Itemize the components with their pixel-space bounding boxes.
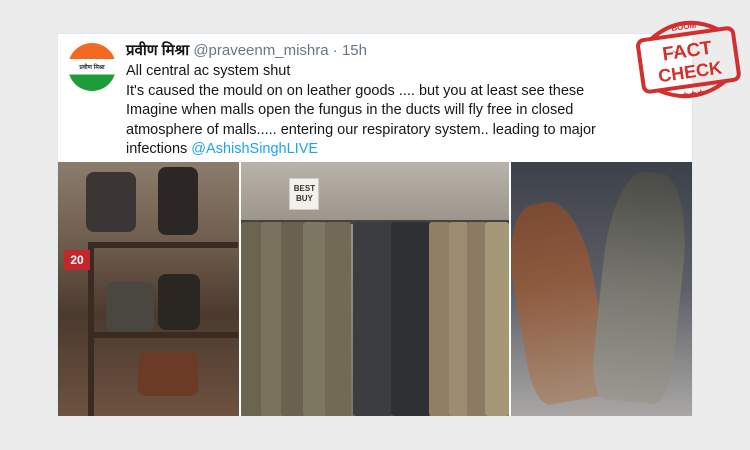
pant xyxy=(353,222,394,416)
bag xyxy=(158,167,198,235)
avatar-label: प्रवीण मिश्रा xyxy=(79,65,105,71)
pant xyxy=(449,222,470,416)
pant xyxy=(485,222,509,416)
pant xyxy=(261,222,284,416)
sign-line-1: BEST xyxy=(293,184,316,193)
photo-mouldy-shoes[interactable] xyxy=(510,162,692,416)
bag xyxy=(158,274,200,330)
pant xyxy=(325,222,352,416)
bag xyxy=(86,172,136,232)
pant xyxy=(303,222,328,416)
separator-dot: · xyxy=(332,42,338,59)
tweet-card: प्रवीण मिश्रा प्रवीण मिश्रा @praveenm_mi… xyxy=(57,33,693,416)
tweet-line-4: atmosphere of malls..... entering our re… xyxy=(126,121,596,138)
timestamp[interactable]: 15h xyxy=(342,42,367,59)
fact-check-stamp: BOOM FACT CHECK ★★★ xyxy=(631,7,746,107)
tweet-header: प्रवीण मिश्रा @praveenm_mishra · 15h xyxy=(126,41,682,61)
tweet-line-2: It's caused the mould on on leather good… xyxy=(126,82,585,99)
shoe-grey xyxy=(588,168,692,406)
pant xyxy=(429,222,452,416)
pant xyxy=(241,222,264,416)
tweet-line-3: Imagine when malls open the fungus in th… xyxy=(126,102,574,118)
price-tag: 20 xyxy=(64,250,90,270)
bag xyxy=(106,282,154,332)
mention-link[interactable]: @AshishSinghLIVE xyxy=(191,141,318,157)
avatar[interactable]: प्रवीण मिश्रा xyxy=(68,43,116,91)
pant xyxy=(281,222,306,416)
best-buy-sign: BEST BUY xyxy=(289,178,320,210)
tweet-line-5: infections @AshishSinghLIVE xyxy=(126,140,686,160)
photo-pants-rack[interactable]: BEST BUY xyxy=(241,162,509,416)
tweet-line-1: All central ac system shut xyxy=(126,63,291,79)
pant xyxy=(467,222,488,416)
stamp-stars: ★★★ xyxy=(681,88,706,101)
bag xyxy=(138,352,198,396)
tweet-line-5-text: infections xyxy=(126,141,192,157)
user-handle[interactable]: @praveenm_mishra xyxy=(193,42,328,59)
sign-line-2: BUY xyxy=(295,194,313,203)
shelf xyxy=(88,242,238,248)
fact-check-stamp-graphic: BOOM FACT CHECK ★★★ xyxy=(636,21,741,101)
photo-grid: 20 BEST BUY xyxy=(58,162,692,416)
shelf xyxy=(88,332,238,338)
display-name[interactable]: प्रवीण मिश्रा xyxy=(126,42,189,59)
pant xyxy=(391,222,432,416)
photo-leather-bags[interactable]: 20 xyxy=(58,162,240,416)
tweet-text: All central ac system shut It's caused t… xyxy=(126,62,686,160)
